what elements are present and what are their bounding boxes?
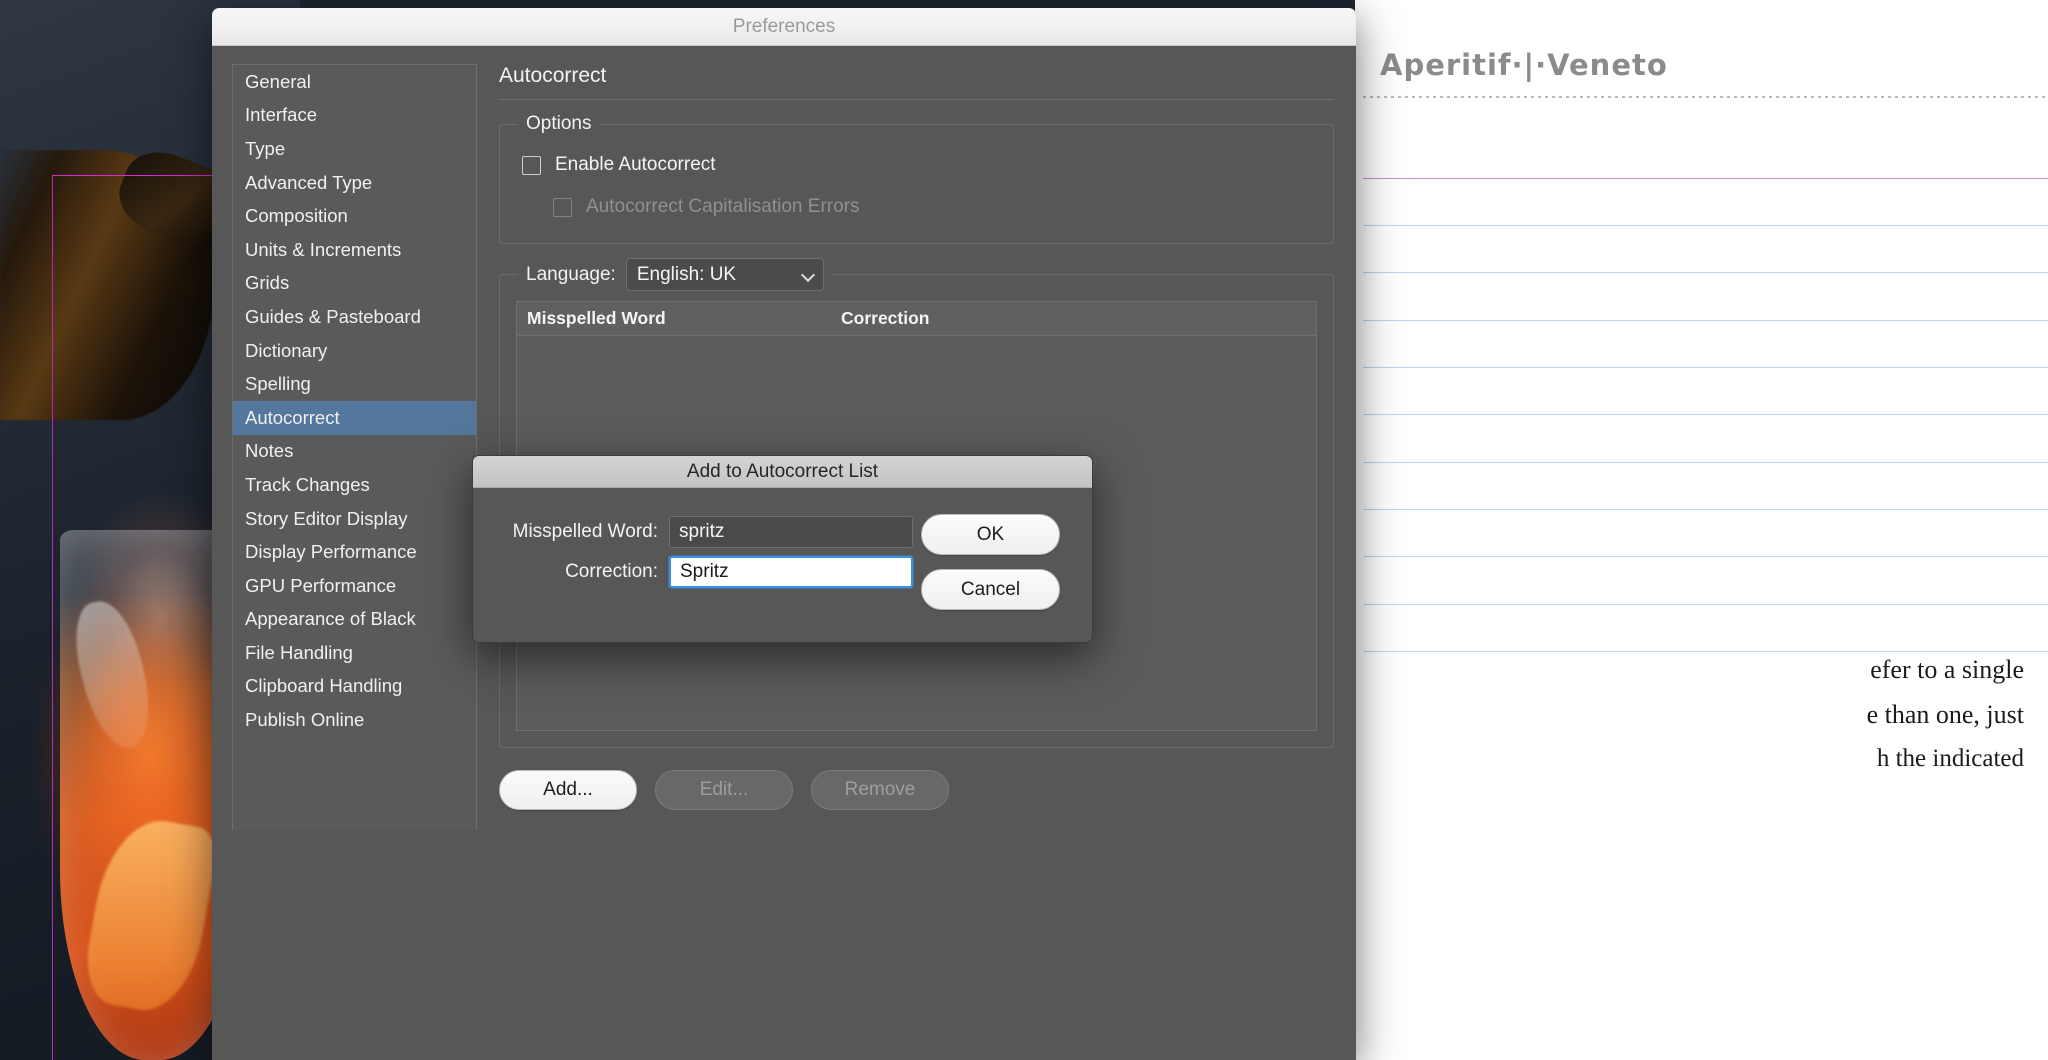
options-group: Options Enable Autocorrect Autocorrect C… (499, 124, 1334, 244)
sidebar-item-label: Autocorrect (245, 407, 340, 429)
document-page: Aperitif·|·Veneto efer to a single e tha… (1355, 0, 2048, 1060)
document-rule (1363, 225, 2048, 226)
language-label: Language: (526, 264, 616, 286)
sidebar-item-label: Story Editor Display (245, 508, 407, 530)
screen: Aperitif·|·Veneto efer to a single e tha… (0, 0, 2048, 1060)
sidebar-item-type[interactable]: Type (233, 132, 476, 166)
sidebar-item-units-increments[interactable]: Units & Increments (233, 233, 476, 267)
sidebar-item-label: Clipboard Handling (245, 675, 402, 697)
sidebar-item-gpu-performance[interactable]: GPU Performance (233, 569, 476, 603)
layout-guide-vertical (52, 175, 53, 1060)
sidebar-item-label: Display Performance (245, 541, 417, 563)
document-rule (1363, 556, 2048, 557)
document-rule (1363, 178, 2048, 179)
pane-title-divider (499, 99, 1334, 100)
document-dotted-rule (1363, 96, 2048, 98)
document-text-line: h the indicated (1877, 745, 2024, 773)
sidebar-item-interface[interactable]: Interface (233, 99, 476, 133)
sidebar-item-label: Composition (245, 205, 348, 227)
list-actions: Add... Edit... Remove (499, 770, 1334, 810)
options-group-legend: Options (518, 113, 599, 135)
enable-autocorrect-row[interactable]: Enable Autocorrect (522, 151, 1315, 179)
autocorrect-capitalisation-label: Autocorrect Capitalisation Errors (586, 196, 860, 218)
document-rule (1363, 604, 2048, 605)
enable-autocorrect-checkbox[interactable] (522, 156, 541, 175)
sidebar-item-general[interactable]: General (233, 65, 476, 99)
add-button[interactable]: Add... (499, 770, 637, 810)
edit-button: Edit... (655, 770, 793, 810)
chevron-down-icon (803, 269, 814, 280)
sidebar-item-label: General (245, 71, 311, 93)
sidebar-item-advanced-type[interactable]: Advanced Type (233, 166, 476, 200)
cancel-button[interactable]: Cancel (921, 569, 1060, 610)
misspelled-word-value: spritz (679, 521, 724, 543)
sidebar-item-display-performance[interactable]: Display Performance (233, 535, 476, 569)
sidebar-item-track-changes[interactable]: Track Changes (233, 468, 476, 502)
document-rule (1363, 320, 2048, 321)
sidebar-item-grids[interactable]: Grids (233, 267, 476, 301)
column-header-misspelled-word: Misspelled Word (517, 308, 831, 329)
sidebar-item-guides-pasteboard[interactable]: Guides & Pasteboard (233, 300, 476, 334)
pane-title: Autocorrect (499, 64, 1334, 99)
sidebar-item-dictionary[interactable]: Dictionary (233, 334, 476, 368)
preferences-category-list[interactable]: General Interface Type Advanced Type Com… (232, 64, 477, 830)
sidebar-item-composition[interactable]: Composition (233, 199, 476, 233)
language-select[interactable]: English: UK (626, 258, 824, 291)
dialog-body: Misspelled Word: spritz Correction: Spri… (473, 488, 1092, 642)
sidebar-item-label: Spelling (245, 373, 311, 395)
table-header-row: Misspelled Word Correction (517, 302, 1316, 336)
enable-autocorrect-label: Enable Autocorrect (555, 154, 716, 176)
sidebar-item-publish-online[interactable]: Publish Online (233, 703, 476, 737)
window-titlebar[interactable]: Preferences (212, 8, 1356, 46)
document-text-line: e than one, just (1867, 700, 2024, 730)
document-rule (1363, 509, 2048, 510)
correction-input[interactable]: Spritz (669, 556, 913, 588)
dialog-titlebar[interactable]: Add to Autocorrect List (473, 456, 1092, 488)
document-text-line: efer to a single (1870, 655, 2024, 685)
sidebar-item-label: Dictionary (245, 340, 327, 362)
sidebar-item-clipboard-handling[interactable]: Clipboard Handling (233, 670, 476, 704)
correction-value: Spritz (680, 561, 729, 583)
document-rule (1363, 462, 2048, 463)
ok-button[interactable]: OK (921, 514, 1060, 555)
correction-label: Correction: (498, 561, 658, 583)
autocorrect-capitalisation-checkbox (553, 198, 572, 217)
language-row: Language: English: UK (518, 258, 832, 291)
language-select-value: English: UK (637, 264, 736, 286)
sidebar-item-label: GPU Performance (245, 575, 396, 597)
correction-row: Correction: Spritz (498, 556, 913, 588)
document-rule (1363, 272, 2048, 273)
dialog-title: Add to Autocorrect List (687, 461, 878, 483)
sidebar-item-story-editor-display[interactable]: Story Editor Display (233, 502, 476, 536)
sidebar-item-label: Publish Online (245, 709, 364, 731)
sidebar-item-spelling[interactable]: Spelling (233, 367, 476, 401)
misspelled-word-row: Misspelled Word: spritz (498, 516, 913, 548)
sidebar-item-label: Type (245, 138, 285, 160)
document-heading: Aperitif·|·Veneto (1380, 48, 1668, 82)
sidebar-item-label: Grids (245, 272, 289, 294)
sidebar-item-notes[interactable]: Notes (233, 435, 476, 469)
sidebar-item-label: Units & Increments (245, 239, 401, 261)
add-to-autocorrect-dialog: Add to Autocorrect List Misspelled Word:… (472, 455, 1093, 643)
document-rule (1363, 414, 2048, 415)
sidebar-item-appearance-of-black[interactable]: Appearance of Black (233, 603, 476, 637)
window-title: Preferences (733, 16, 835, 38)
sidebar-item-label: File Handling (245, 642, 353, 664)
sidebar-item-autocorrect[interactable]: Autocorrect (233, 401, 476, 435)
autocorrect-capitalisation-row: Autocorrect Capitalisation Errors (522, 193, 1315, 221)
sidebar-item-label: Advanced Type (245, 172, 372, 194)
document-rule (1363, 367, 2048, 368)
sidebar-item-label: Guides & Pasteboard (245, 306, 421, 328)
sidebar-item-label: Track Changes (245, 474, 370, 496)
sidebar-item-label: Appearance of Black (245, 608, 416, 630)
column-header-correction: Correction (831, 308, 929, 329)
sidebar-item-file-handling[interactable]: File Handling (233, 636, 476, 670)
dialog-actions: OK Cancel (921, 514, 1060, 610)
misspelled-word-label: Misspelled Word: (498, 521, 658, 543)
sidebar-item-label: Notes (245, 440, 293, 462)
remove-button: Remove (811, 770, 949, 810)
misspelled-word-input[interactable]: spritz (669, 516, 913, 548)
sidebar-item-label: Interface (245, 104, 317, 126)
document-rule (1363, 651, 2048, 652)
